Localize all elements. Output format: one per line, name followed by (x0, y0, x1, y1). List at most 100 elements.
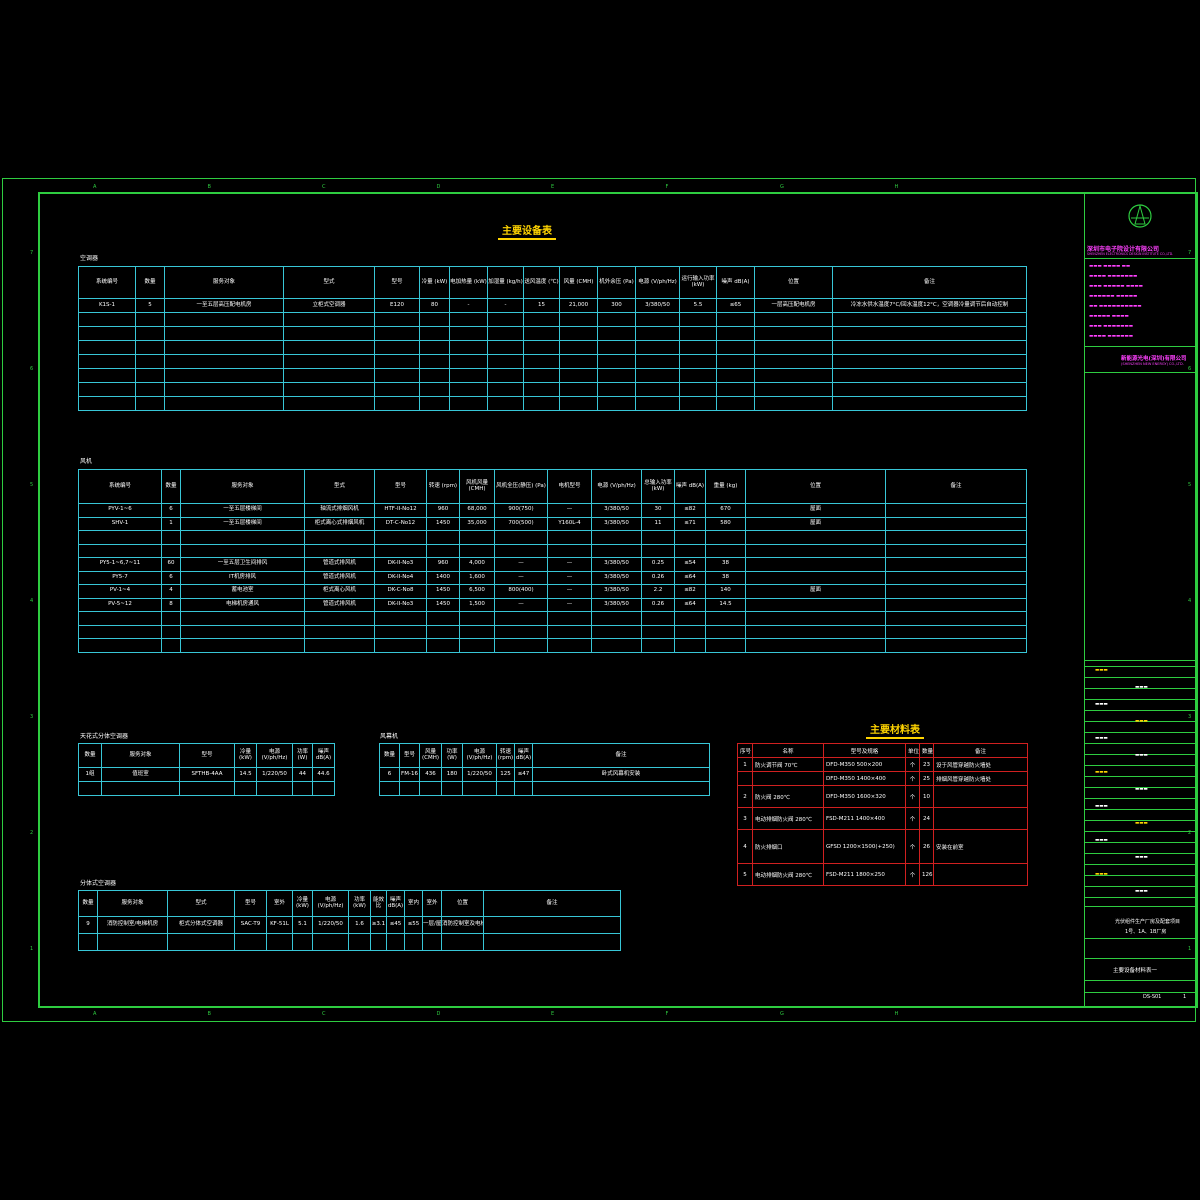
ruler-label: 3 (30, 714, 34, 720)
header-cell: 数量 (379, 743, 400, 768)
ruler-label: A (93, 1011, 97, 1017)
ruler-label: 7 (30, 250, 34, 256)
table-cell (674, 638, 706, 653)
table-cell: — (494, 557, 548, 572)
table-cell: PV-5~12 (78, 597, 162, 612)
table-cell (885, 638, 1027, 653)
table-cell: 安装在前室 (933, 829, 1028, 864)
table-cell: 670 (705, 503, 746, 518)
ruler-label: B (207, 1011, 211, 1017)
split-ac-section-label: 分体式空调器 (80, 880, 117, 887)
table-cell: 一至五层卫生间排风 (180, 557, 305, 572)
table-cell: 排烟风管穿越防火墙处 (933, 771, 1028, 786)
materials-row: DFD-M350 1400×400 个 25 排烟风管穿越防火墙处 (737, 771, 1028, 786)
empty-row (78, 933, 621, 951)
curtain-section-label: 风幕机 (380, 733, 399, 740)
ruler-label: 4 (30, 598, 34, 604)
table-cell: 9 (78, 916, 98, 934)
table-cell: 屋面 (745, 503, 886, 518)
table-cell: 0.26 (641, 597, 675, 612)
client-name: 新能源光电(深圳)有限公司 (1121, 356, 1187, 362)
table-cell (161, 543, 181, 558)
table-cell: K1S-1 (78, 298, 136, 313)
materials-header-row: 序号 名称 型号及规格 单位 数量 备注 (737, 743, 1028, 758)
header-cell: 电源 (V/ph/Hz) (256, 743, 293, 768)
ruler-label: H (894, 184, 899, 190)
table-cell: ≤71 (674, 516, 706, 531)
table-cell (745, 624, 886, 639)
header-cell: 单位 (905, 743, 920, 758)
table-cell: 23 (919, 757, 934, 772)
table-cell (547, 611, 592, 626)
table-cell: 5.5 (679, 298, 717, 313)
table-cell (745, 530, 886, 545)
table-cell (374, 611, 427, 626)
table-cell: ≤65 (716, 298, 755, 313)
header-cell: 噪声 dB(A) (514, 743, 533, 768)
table-header-row: 系统编号 数量 服务对象 型式 型号 转速 (rpm) 风机风量 (CMH) 风机全压(静压)… (78, 469, 1027, 504)
table-cell: 24 (919, 807, 934, 830)
table-cell: ≤64 (674, 570, 706, 585)
header-cell: 数量 (78, 743, 102, 768)
header-cell: 型号 (179, 743, 235, 768)
header-cell: 风机风量 (CMH) (459, 469, 495, 504)
header-cell: 服务对象 (180, 469, 305, 504)
header-cell: 系统编号 (78, 469, 162, 504)
empty-row (379, 781, 710, 796)
header-cell: 数量 (135, 266, 165, 299)
table-cell (591, 543, 642, 558)
ruler-label: E (551, 184, 555, 190)
table-cell (78, 611, 162, 626)
table-cell: 38 (705, 570, 746, 585)
table-cell: 5.1 (292, 916, 313, 934)
table-cell (180, 530, 305, 545)
header-cell: 功率 (kW) (348, 890, 371, 917)
table-header-row: 数量 服务对象 型式 型号 室外 冷量 (kW) 电源 (V/ph/Hz) 功率 (kW) 能效… (78, 890, 621, 917)
table-cell: 140 (705, 584, 746, 599)
table-cell: - (449, 298, 488, 313)
table-cell (426, 530, 460, 545)
table-cell: 180 (441, 767, 463, 782)
header-cell: 电源 (V/ph/Hz) (635, 266, 680, 299)
table-row: 9 消防控制室/电梯机房 柜式分体式空调器 SAC-T9 KF-51L 5.1 1/220/… (78, 916, 621, 934)
company-logo-icon (1128, 204, 1152, 228)
table-cell: 436 (419, 767, 442, 782)
table-cell (591, 611, 642, 626)
ceiling-ac-table: 数量 服务对象 型号 冷量 (kW) 电源 (V/ph/Hz) 功率 (W) 噪声 dB(A… (78, 743, 335, 796)
header-cell: 位置 (441, 890, 484, 917)
header-cell: 型式 (283, 266, 375, 299)
header-cell: 型号 (374, 266, 420, 299)
header-cell: 室内 (404, 890, 423, 917)
table-cell: 125 (496, 767, 515, 782)
table-cell: 80 (419, 298, 450, 313)
materials-row: 4 防火排烟口 GFSD 1200×1500(+250) 个 26 安装在前室 (737, 829, 1028, 864)
table-cell (885, 543, 1027, 558)
header-cell: 转速 (rpm) (496, 743, 515, 768)
air-curtain-table: 数量 型号 风量 (CMH) 功率 (W) 电源 (V/ph/Hz) 转速 (rpm) 噪声… (379, 743, 710, 796)
table-cell: 11 (641, 516, 675, 531)
table-cell: 5 (737, 863, 753, 886)
table-cell (737, 771, 753, 786)
table-cell: 个 (905, 785, 920, 808)
table-cell (885, 530, 1027, 545)
table-cell (705, 611, 746, 626)
header-cell: 转速 (rpm) (426, 469, 460, 504)
table-cell: 1450 (426, 597, 460, 612)
table-cell: — (494, 570, 548, 585)
table-cell (304, 624, 375, 639)
table-cell: 1,500 (459, 597, 495, 612)
empty-row (78, 368, 1027, 383)
table-row (78, 543, 1027, 558)
table-cell: 700(500) (494, 516, 548, 531)
table-row: PV-5~12 8 电梯机房通风 管道式排风机 DK-II-No3 1450 1,500— —… (78, 597, 1027, 612)
table-header-row: 系统编号 数量 服务对象 型式 型号 冷量 (kW) 电加热量 (kW) 加湿量 (kg/h)… (78, 266, 1027, 299)
table-cell (494, 624, 548, 639)
table-cell: 2 (737, 785, 753, 808)
header-cell: 名称 (752, 743, 824, 758)
fans-table: 系统编号 数量 服务对象 型式 型号 转速 (rpm) 风机风量 (CMH) 风机全压(静压)… (78, 469, 1027, 653)
table-cell: 6,500 (459, 584, 495, 599)
table-cell: DK-II-No3 (374, 557, 427, 572)
table-cell (641, 543, 675, 558)
header-cell: 系统编号 (78, 266, 136, 299)
ruler-label: F (665, 184, 669, 190)
